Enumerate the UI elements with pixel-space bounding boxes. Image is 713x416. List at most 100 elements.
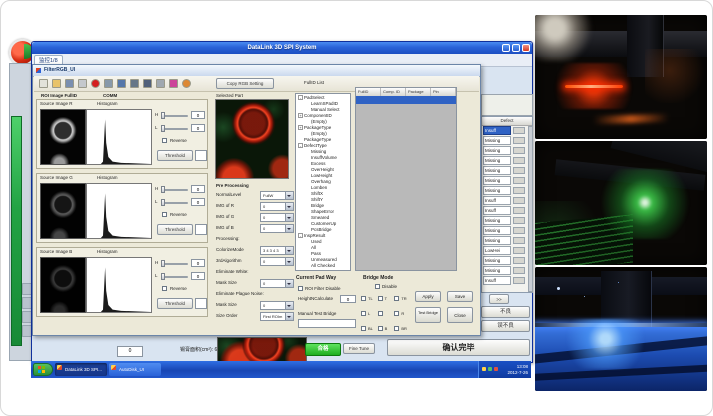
- tray-icon[interactable]: [494, 367, 498, 371]
- layers-icon[interactable]: [143, 79, 152, 88]
- low-value-field[interactable]: 0: [191, 124, 205, 132]
- fullid-header-cell[interactable]: Package: [406, 88, 431, 96]
- image-icon[interactable]: [130, 79, 139, 88]
- high-value-field[interactable]: 0: [191, 185, 205, 193]
- reverse-checkbox[interactable]: [162, 286, 167, 291]
- bridge-disable-checkbox[interactable]: [375, 284, 380, 289]
- tree-expand-icon[interactable]: [305, 191, 310, 196]
- bridge-direction-checkbox[interactable]: [361, 311, 366, 316]
- tree-expand-icon[interactable]: [305, 251, 310, 256]
- preprocessing-dropdown[interactable]: 0: [260, 213, 294, 222]
- preprocessing-dropdown[interactable]: 3 4 3 4 3: [260, 246, 294, 255]
- more-button[interactable]: >>: [489, 294, 509, 304]
- tree-expand-icon[interactable]: +: [298, 113, 303, 118]
- bridge-direction-checkbox[interactable]: [361, 296, 366, 301]
- start-button[interactable]: [33, 363, 53, 376]
- roi-filter-checkbox[interactable]: [298, 286, 303, 291]
- tree-expand-icon[interactable]: [305, 101, 310, 106]
- high-slider[interactable]: [162, 189, 188, 191]
- tray-icon[interactable]: [482, 367, 486, 371]
- defect-row[interactable]: Missing: [483, 256, 527, 266]
- preprocessing-dropdown[interactable]: 0: [260, 279, 294, 288]
- preprocessing-dropdown[interactable]: 0: [260, 257, 294, 266]
- preprocessing-dropdown[interactable]: FullW: [260, 191, 294, 200]
- defect-row[interactable]: Missing: [483, 216, 527, 226]
- tree-expand-icon[interactable]: [305, 131, 310, 136]
- reverse-checkbox[interactable]: [162, 212, 167, 217]
- tree-expand-icon[interactable]: [305, 161, 310, 166]
- high-value-field[interactable]: 0: [191, 259, 205, 267]
- defect-row[interactable]: Missing: [483, 236, 527, 246]
- count-field[interactable]: 0: [117, 346, 143, 357]
- threshold-field[interactable]: [195, 224, 207, 235]
- print-icon[interactable]: [78, 79, 87, 88]
- tree-expand-icon[interactable]: [305, 203, 310, 208]
- fullid-header-cell[interactable]: Comp. ID: [381, 88, 406, 96]
- close-dialog-button[interactable]: Close: [447, 307, 473, 323]
- save-button[interactable]: Save: [447, 291, 473, 302]
- test-bridge-button[interactable]: Test Bridge: [415, 307, 441, 323]
- bridge-direction-checkbox[interactable]: [378, 296, 383, 301]
- defect-row[interactable]: LowHei: [483, 246, 527, 256]
- threshold-field[interactable]: [195, 298, 207, 309]
- high-value-field[interactable]: 0: [191, 111, 205, 119]
- new-icon[interactable]: [39, 79, 48, 88]
- taskbar-task-datalink[interactable]: DataLink 3D SPI...: [55, 363, 107, 376]
- bridge-direction-checkbox[interactable]: [394, 296, 399, 301]
- heightn-field[interactable]: 0: [340, 295, 356, 303]
- bridge-direction-checkbox[interactable]: [378, 326, 383, 331]
- preprocessing-dropdown[interactable]: 0: [260, 301, 294, 310]
- preprocessing-dropdown[interactable]: 0: [260, 202, 294, 211]
- low-slider[interactable]: [162, 276, 188, 278]
- low-slider-thumb[interactable]: [161, 125, 165, 132]
- defect-scrollbar[interactable]: [528, 126, 533, 292]
- defect-row[interactable]: Missing: [483, 156, 527, 166]
- manual-test-bridge-field[interactable]: [298, 319, 356, 328]
- tree-expand-icon[interactable]: [305, 155, 310, 160]
- rgb-icon[interactable]: [169, 79, 178, 88]
- record-icon[interactable]: [91, 79, 100, 88]
- low-value-field[interactable]: 0: [191, 198, 205, 206]
- tree-expand-icon[interactable]: [305, 227, 310, 232]
- high-slider-thumb[interactable]: [161, 260, 165, 267]
- high-slider-thumb[interactable]: [161, 186, 165, 193]
- defect-row[interactable]: Insuff: [483, 206, 527, 216]
- tray-icon[interactable]: [488, 367, 492, 371]
- tree-expand-icon[interactable]: +: [298, 125, 303, 130]
- low-slider[interactable]: [162, 202, 188, 204]
- tree-expand-icon[interactable]: [305, 119, 310, 124]
- threshold-field[interactable]: [195, 150, 207, 161]
- tree-expand-icon[interactable]: [305, 263, 310, 268]
- defect-row[interactable]: Insuff: [483, 126, 527, 136]
- tree-expand-icon[interactable]: [305, 245, 310, 250]
- tree-expand-icon[interactable]: [305, 107, 310, 112]
- threshold-button[interactable]: Threshold: [157, 150, 193, 161]
- tree-expand-icon[interactable]: -: [298, 143, 303, 148]
- tree-expand-icon[interactable]: [305, 209, 310, 214]
- tree-expand-icon[interactable]: [305, 197, 310, 202]
- tree-expand-icon[interactable]: [305, 257, 310, 262]
- tree-expand-icon[interactable]: [305, 215, 310, 220]
- low-slider[interactable]: [162, 128, 188, 130]
- threshold-button[interactable]: Threshold: [157, 298, 193, 309]
- maximize-button[interactable]: [512, 44, 520, 52]
- threshold-button[interactable]: Threshold: [157, 224, 193, 235]
- defect-row[interactable]: Missing: [483, 266, 527, 276]
- tree-expand-icon[interactable]: [305, 221, 310, 226]
- fullid-header-cell[interactable]: Pin: [431, 88, 456, 96]
- reverse-checkbox[interactable]: [162, 138, 167, 143]
- tree-expand-icon[interactable]: [305, 239, 310, 244]
- defect-row[interactable]: Missing: [483, 226, 527, 236]
- grid-icon[interactable]: [117, 79, 126, 88]
- tree-expand-icon[interactable]: -: [298, 95, 303, 100]
- defect-row[interactable]: Insuff: [483, 196, 527, 206]
- defect-row[interactable]: Missing: [483, 166, 527, 176]
- tree-expand-icon[interactable]: [298, 137, 303, 142]
- camera-icon[interactable]: [104, 79, 113, 88]
- tree-expand-icon[interactable]: -: [298, 233, 303, 238]
- taskbar-task-autodisk[interactable]: AutoDisk_UI: [109, 363, 161, 376]
- false-defect-button[interactable]: 误不良: [481, 320, 530, 332]
- defect-row[interactable]: Missing: [483, 176, 527, 186]
- copy-rgb-setting-button[interactable]: Copy RGB Setting: [216, 78, 274, 89]
- low-slider-thumb[interactable]: [161, 273, 165, 280]
